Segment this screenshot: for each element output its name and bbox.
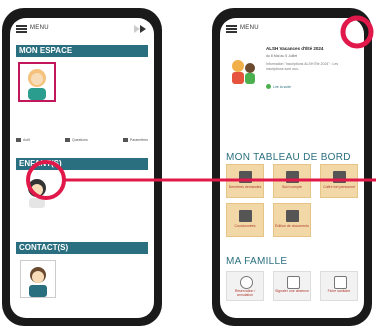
man-avatar-icon [29, 267, 47, 297]
right-phone: MENU ALSH Vacances d'Été 2024 du 8 Mai a… [212, 8, 372, 326]
tile-label: Coffre fort personnel [323, 185, 355, 189]
person-icon [16, 138, 21, 142]
tile-label: Réservation / annulation [234, 289, 256, 297]
play-icon[interactable] [134, 25, 146, 33]
contact-card-icon [239, 210, 252, 222]
action-1[interactable]: Actif [16, 138, 30, 142]
tile-coordonnees[interactable]: Coordonnées [226, 203, 264, 237]
tile-label: Fiche sanitaire [327, 289, 351, 293]
tile-label: Édition de documents [275, 224, 309, 228]
tile-edition-documents[interactable]: Édition de documents [273, 203, 311, 237]
menu-label[interactable]: MENU [240, 25, 259, 31]
tile-label: Suivi compte [281, 185, 303, 189]
hamburger-icon[interactable] [226, 25, 237, 33]
left-screen: MENU MON ESPACE Actif Questions Paramètr… [10, 18, 154, 318]
action-2[interactable]: Questions [64, 138, 88, 142]
action-1-label: Actif [23, 138, 30, 142]
tile-suivi-compte[interactable]: Suivi compte [273, 164, 311, 198]
tile-label: Coordonnées [234, 224, 256, 228]
tile-label: Dernières demandes [228, 185, 262, 189]
dashboard-title: MON TABLEAU DE BORD [226, 152, 351, 163]
woman-avatar-icon [28, 69, 46, 100]
action-2-label: Questions [71, 138, 88, 142]
menu-label[interactable]: MENU [30, 25, 49, 31]
contact-avatar[interactable] [20, 260, 56, 298]
clock-icon [240, 276, 253, 289]
action-3-label: Paramètres [129, 138, 148, 142]
famille-title: MA FAMILLE [226, 256, 288, 267]
tile-reservation[interactable]: Réservation / annulation [226, 271, 264, 301]
menu-bar: MENU [220, 18, 364, 40]
action-3[interactable]: Paramètres [122, 138, 148, 142]
section-enfants: ENFANT(S) [16, 158, 148, 170]
tile-dernieres-demandes[interactable]: Dernières demandes [226, 164, 264, 198]
left-phone: MENU MON ESPACE Actif Questions Paramètr… [2, 8, 162, 326]
child-avatar[interactable] [20, 173, 54, 209]
user-avatar[interactable] [18, 62, 56, 102]
absence-icon [287, 276, 300, 289]
news-title: ALSH Vacances d'Été 2024 [266, 46, 324, 51]
news-card[interactable]: ALSH Vacances d'Été 2024 du 8 Mai au 5 J… [226, 42, 358, 112]
hamburger-icon[interactable] [16, 25, 27, 33]
document-icon [239, 171, 252, 183]
section-mon-espace: MON ESPACE [16, 45, 148, 57]
section-contacts: CONTACT(S) [16, 242, 148, 254]
tile-label: Signaler une absence [275, 289, 309, 293]
printer-icon [286, 210, 299, 222]
account-icon [286, 171, 299, 183]
news-dates: du 8 Mai au 5 Juillet [266, 54, 298, 58]
check-icon [266, 84, 271, 89]
news-body: Information "Inscriptions ALSH Été 2024"… [266, 62, 339, 71]
sheet-icon [334, 276, 347, 289]
read-more-link[interactable]: Lire la suite [266, 84, 291, 89]
right-screen: MENU ALSH Vacances d'Été 2024 du 8 Mai a… [220, 18, 364, 318]
settings-icon [122, 138, 128, 142]
menu-bar: MENU [10, 18, 154, 40]
person-icon [64, 138, 70, 142]
profile-actions: Actif Questions Paramètres [16, 138, 148, 142]
read-more-label: Lire la suite [273, 84, 291, 89]
safe-icon [333, 171, 346, 183]
tile-fiche-sanitaire[interactable]: Fiche sanitaire [320, 271, 358, 301]
tile-coffre-fort[interactable]: Coffre fort personnel [320, 164, 358, 198]
family-illustration-icon [232, 60, 255, 84]
child-avatar-icon [28, 179, 46, 208]
tile-signaler-absence[interactable]: Signaler une absence [273, 271, 311, 301]
